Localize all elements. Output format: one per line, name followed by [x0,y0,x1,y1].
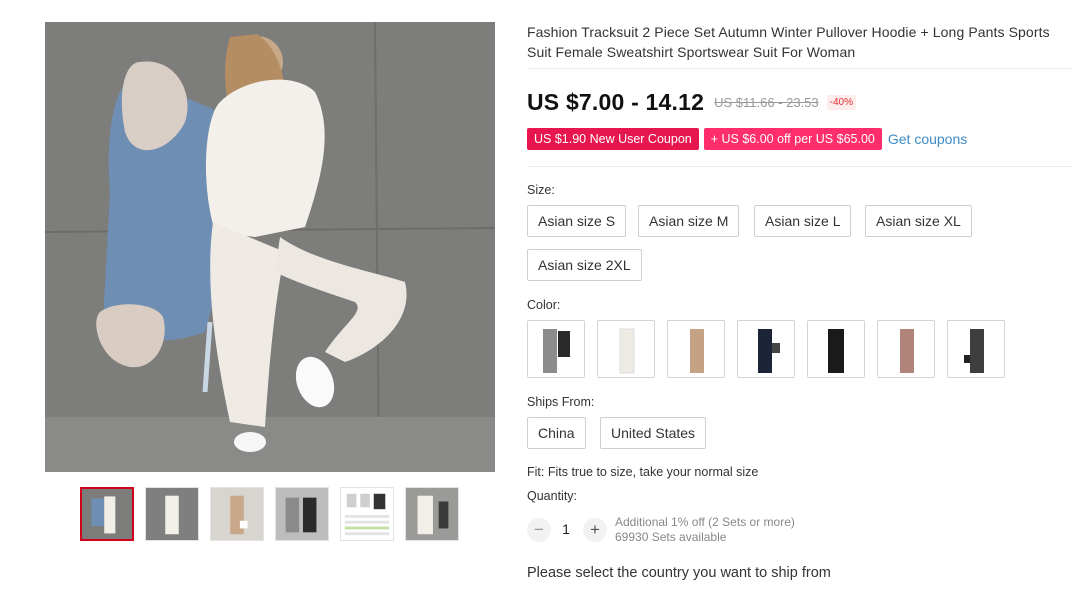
grey-outfit-image [543,329,570,373]
thumbnail-5-size-chart[interactable] [340,487,394,541]
dark-grey-outfit-image [964,329,984,373]
main-product-image[interactable] [45,22,495,472]
product-title: Fashion Tracksuit 2 Piece Set Autumn Win… [527,24,1050,60]
khaki-outfit-image [690,329,704,373]
shipping-country-prompt: Please select the country you want to sh… [527,565,831,581]
price-row: US $7.00 - 14.12 US $11.66 - 23.53 -40% [527,86,857,118]
quantity-value[interactable]: 1 [558,521,574,537]
store-coupon-badge[interactable]: + US $6.00 off per US $65.00 [703,128,882,150]
ships-from-china[interactable]: China [527,417,586,449]
get-coupons-link[interactable]: Get coupons [888,131,967,147]
product-photo-illustration [45,22,495,472]
white-outfit-image [619,328,635,374]
new-user-coupon-badge[interactable]: US $1.90 New User Coupon [527,128,699,150]
color-swatch-pink[interactable] [877,320,935,378]
color-swatch-white[interactable] [597,320,655,378]
quantity-promo-text: Additional 1% off (2 Sets or more) [615,515,795,529]
color-swatch-grey[interactable] [527,320,585,378]
coupon-row: US $1.90 New User Coupon + US $6.00 off … [527,128,967,150]
ships-from-label: Ships From: [527,395,595,409]
color-swatch-black[interactable] [807,320,865,378]
color-swatch-dark-grey[interactable] [947,320,1005,378]
color-swatch-navy[interactable] [737,320,795,378]
divider [527,166,1073,167]
color-label: Color: [527,298,561,312]
ships-from-united-states[interactable]: United States [600,417,707,449]
thumbnail-2[interactable] [145,487,199,541]
color-swatch-khaki[interactable] [667,320,725,378]
size-option-xl[interactable]: Asian size XL [865,205,972,237]
quantity-decrease-button[interactable]: − [527,518,551,542]
thumbnail-6[interactable] [405,487,459,541]
size-option-l[interactable]: Asian size L [754,205,852,237]
size-label: Size: [527,183,555,197]
thumbnail-1[interactable] [80,487,134,541]
pink-outfit-image [900,329,914,373]
current-price: US $7.00 - 14.12 [527,88,705,115]
size-option-2xl[interactable]: Asian size 2XL [527,249,642,281]
thumbnail-4[interactable] [275,487,329,541]
navy-outfit-image [758,329,780,373]
discount-badge: -40% [826,94,857,110]
quantity-info: Additional 1% off (2 Sets or more) 69930… [615,515,795,545]
quantity-increase-button[interactable]: + [583,518,607,542]
size-option-m[interactable]: Asian size M [638,205,740,237]
original-price: US $11.66 - 23.53 [714,94,819,110]
fit-note: Fit: Fits true to size, take your normal… [527,465,759,479]
quantity-label: Quantity: [527,489,578,503]
stock-available-text: 69930 Sets available [615,530,727,544]
divider [527,68,1073,69]
size-option-s[interactable]: Asian size S [527,205,627,237]
thumbnail-strip [80,487,460,541]
thumbnail-3[interactable] [210,487,264,541]
black-outfit-image [828,329,844,373]
